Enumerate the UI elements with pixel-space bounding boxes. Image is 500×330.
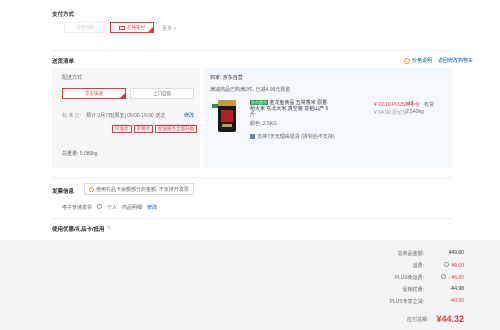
summary-value: -¥4.98 [449, 286, 464, 292]
supermarket-badge: 京东超市 [250, 100, 268, 105]
invoice-detail: 商品明细 [122, 205, 143, 211]
invoice-title: 发票信息 [52, 189, 75, 195]
divider [52, 177, 452, 178]
delivery-time: 预计 3月7日[周五] 09:00-15:00 送达 [86, 113, 166, 119]
payment-more-link[interactable]: 更多 > [162, 25, 176, 32]
shipping-option-pickup[interactable]: 上门自提 [130, 88, 194, 99]
shipping-option-jd[interactable]: 京东快递 [62, 88, 126, 99]
shipping-method-label: 配送方式 [62, 75, 83, 81]
invoice-tip-text: 使用礼品卡余额部分的金额, 不支持开发票 [96, 186, 189, 193]
return-policy: 支持7天无理由退货 (拆封后不支持) [250, 133, 335, 140]
summary-label: 总商品金额: [397, 250, 424, 257]
delivery-title: 送货清单 [52, 59, 75, 65]
service-upgrade-label: 配送服务全面升级 [158, 126, 194, 131]
summary-row: PLUS免运费: - ¥6.00 [340, 271, 464, 283]
supermarket-badge-label: 京东超市 [251, 100, 267, 105]
summary-label: 促销优惠: [402, 286, 424, 293]
service-tags: 京准达 京尊达 配送服务全面升级 [112, 125, 197, 133]
summary-label: PLUS免运费: [394, 274, 424, 281]
invoice-person: 个人 [107, 205, 118, 211]
back-to-cart-link[interactable]: 返回修改购物车 [438, 57, 473, 64]
coupons-title: 使用优惠/礼品卡/抵用 [52, 227, 105, 233]
invoice-type: 电子普通发票 [62, 205, 93, 211]
price-note-label: 价格说明 [412, 58, 433, 64]
return-policy-icon [250, 134, 255, 139]
invoice-details: 电子普通发票 个人 商品明细 修改 [62, 204, 157, 211]
total-value: ¥44.32 [436, 314, 464, 324]
summary-row: 运费: ¥6.00 [340, 259, 464, 271]
return-policy-text: 支持7天无理由退货 (拆封后不支持) [257, 134, 335, 140]
help-icon[interactable] [97, 204, 103, 209]
invoice-tip: 使用礼品卡余额部分的金额, 不支持开发票 [84, 183, 194, 195]
product-image[interactable] [212, 98, 242, 134]
summary-value-wrap: ¥6.00 [424, 261, 464, 269]
total-row: 应付总额: ¥44.32 [340, 314, 464, 324]
shipping-option-pickup-label: 上门自提 [153, 90, 171, 96]
total-label: 应付总额: [407, 316, 429, 323]
product-info: 京东超市 金龙鱼食品 五常香米 原香稻大米 东北大米 真空装 龙稻山产 5斤 [250, 100, 330, 118]
total-weight: 总重量: 5.080kg [62, 151, 98, 157]
card-icon [119, 25, 125, 30]
summary-row: 促销优惠: -¥4.98 [340, 283, 464, 295]
standard-delivery-label: 标 准 达: [62, 113, 82, 119]
summary-row: 总商品金额: ¥49.80 [340, 247, 464, 259]
product-qty: x2 [408, 101, 414, 107]
info-icon [89, 186, 94, 192]
payment-option-cod[interactable]: 货到付款 [64, 22, 106, 33]
payment-title: 支付方式 [52, 12, 75, 18]
summary-label: 运费: [412, 262, 424, 269]
product-weight: 2.540kg [406, 109, 424, 115]
summary-value: ¥49.80 [448, 250, 464, 256]
payment-option-online-label: 在线支付 [127, 24, 145, 30]
service-tag-jzund[interactable]: 京尊达 [133, 125, 153, 133]
info-icon[interactable] [441, 273, 447, 279]
info-icon[interactable] [444, 261, 450, 267]
delivery-modify-link[interactable]: 修改 [184, 112, 194, 119]
summary-value: -¥0.50 [449, 298, 464, 304]
coupons-toggle[interactable]: 使用优惠/礼品卡/抵用 v [52, 225, 110, 233]
summary-value: ¥6.00 [451, 262, 464, 269]
invoice-modify-link[interactable]: 修改 [147, 204, 157, 211]
shipping-option-jd-label: 京东快递 [85, 90, 103, 96]
product-color: 颜色: 2.5KG [250, 121, 277, 127]
original-price: ¥ 24.90 原价价 [374, 110, 408, 116]
price-note-link[interactable]: 价格说明 [404, 57, 432, 64]
service-tag-jzd-label: 京准达 [115, 126, 129, 131]
info-icon [404, 57, 410, 64]
promo-text: 满减商品已购满2件, 已减4.98元现金 [210, 87, 291, 93]
payment-option-online[interactable]: 在线支付 [110, 22, 154, 33]
payment-option-cod-label: 货到付款 [76, 24, 94, 30]
summary-value: - ¥6.00 [448, 274, 464, 281]
summary-row: PLUS专享立减: -¥0.50 [340, 295, 464, 307]
service-upgrade-tag[interactable]: 配送服务全面升级 [155, 125, 197, 133]
service-tag-jzund-label: 京尊达 [136, 126, 151, 131]
summary-rows: 总商品金额: ¥49.80 运费: ¥6.00 PLUS免运费: - ¥6.00… [340, 247, 464, 307]
divider [52, 50, 452, 51]
chevron-down-icon: v [107, 225, 111, 231]
summary-value-wrap: - ¥6.00 [424, 273, 464, 281]
divider [52, 218, 452, 219]
merchant-label: 商家: 京东自营 [210, 75, 243, 81]
service-tag-jzd[interactable]: 京准达 [112, 125, 132, 133]
summary-label: PLUS专享立减: [389, 298, 424, 305]
stock-status: 有货 [424, 102, 435, 108]
